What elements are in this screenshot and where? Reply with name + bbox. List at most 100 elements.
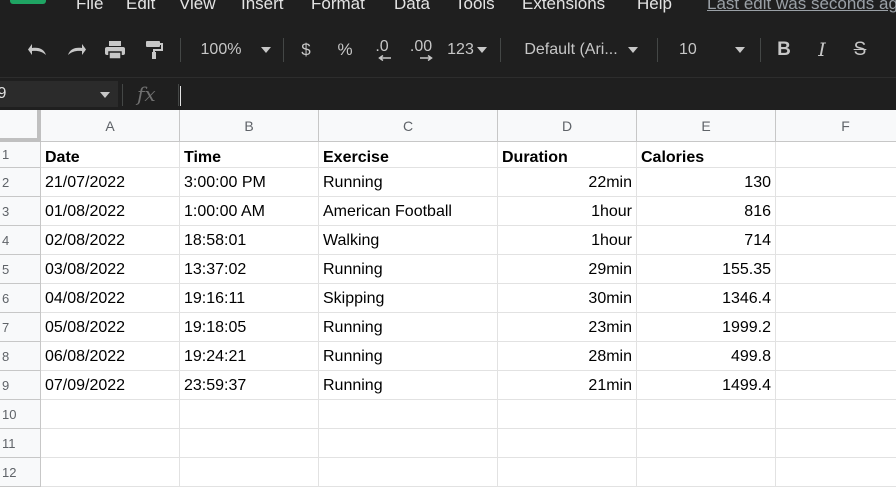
column-header-a[interactable]: A [41,110,180,142]
sheets-logo[interactable] [10,0,46,4]
table-cell[interactable]: 28min [498,342,637,371]
table-cell[interactable] [776,197,896,226]
table-cell[interactable] [776,226,896,255]
row-header-2[interactable]: 2 [0,168,41,197]
table-cell[interactable]: 1hour [498,197,637,226]
row-header-12[interactable]: 12 [0,458,41,487]
table-cell[interactable] [41,458,180,487]
menu-insert[interactable]: Insert [241,0,284,14]
row-header-10[interactable]: 10 [0,400,41,429]
table-cell[interactable]: 13:37:02 [180,255,319,284]
table-cell[interactable]: Running [319,342,498,371]
table-cell[interactable]: 04/08/2022 [41,284,180,313]
table-cell[interactable] [319,429,498,458]
table-cell[interactable] [776,142,896,168]
table-cell[interactable] [776,255,896,284]
table-cell[interactable] [637,458,776,487]
table-cell[interactable]: 3:00:00 PM [180,168,319,197]
menu-data[interactable]: Data [394,0,430,14]
table-cell[interactable] [498,429,637,458]
table-cell[interactable] [180,400,319,429]
table-cell[interactable]: 1999.2 [637,313,776,342]
table-cell[interactable]: Running [319,371,498,400]
row-header-1[interactable]: 1 [0,142,41,168]
table-cell[interactable]: 22min [498,168,637,197]
table-cell[interactable]: 1499.4 [637,371,776,400]
column-header-e[interactable]: E [637,110,776,142]
print-button[interactable] [101,36,129,64]
table-cell[interactable]: American Football [319,197,498,226]
menu-help[interactable]: Help [637,0,672,14]
table-cell[interactable] [637,400,776,429]
table-cell[interactable] [41,400,180,429]
table-cell[interactable]: 21min [498,371,637,400]
menu-format[interactable]: Format [311,0,365,14]
header-cell[interactable]: Calories [637,142,776,168]
table-cell[interactable]: 155.35 [637,255,776,284]
header-cell[interactable]: Date [41,142,180,168]
table-cell[interactable]: 23min [498,313,637,342]
table-cell[interactable]: Running [319,313,498,342]
redo-button[interactable] [62,36,90,64]
last-edit-link[interactable]: Last edit was seconds ago [707,0,896,14]
row-header-9[interactable]: 9 [0,371,41,400]
table-cell[interactable]: 05/08/2022 [41,313,180,342]
table-cell[interactable]: 19:18:05 [180,313,319,342]
table-cell[interactable]: 714 [637,226,776,255]
table-cell[interactable]: Running [319,168,498,197]
table-cell[interactable]: 130 [637,168,776,197]
table-cell[interactable]: 29min [498,255,637,284]
header-cell[interactable]: Exercise [319,142,498,168]
table-cell[interactable]: 1346.4 [637,284,776,313]
table-cell[interactable]: 23:59:37 [180,371,319,400]
row-header-6[interactable]: 6 [0,284,41,313]
table-cell[interactable]: 499.8 [637,342,776,371]
table-cell[interactable] [319,400,498,429]
column-header-f[interactable]: F [776,110,896,142]
increase-decimals-button[interactable]: .00 [405,36,437,64]
table-cell[interactable]: 1hour [498,226,637,255]
table-cell[interactable] [776,429,896,458]
table-cell[interactable] [319,458,498,487]
table-cell[interactable] [776,400,896,429]
italic-button[interactable]: I [810,36,834,64]
decrease-decimals-button[interactable]: .0 [368,36,396,64]
table-cell[interactable] [776,284,896,313]
currency-format-button[interactable]: $ [294,36,318,64]
menu-extensions[interactable]: Extensions [522,0,605,14]
table-cell[interactable]: Walking [319,226,498,255]
row-header-7[interactable]: 7 [0,313,41,342]
row-header-4[interactable]: 4 [0,226,41,255]
table-cell[interactable]: 01/08/2022 [41,197,180,226]
table-cell[interactable]: 19:24:21 [180,342,319,371]
table-cell[interactable] [776,458,896,487]
header-cell[interactable]: Time [180,142,319,168]
column-header-d[interactable]: D [498,110,637,142]
strikethrough-button[interactable]: S [848,36,872,64]
menu-tools[interactable]: Tools [455,0,495,14]
row-header-3[interactable]: 3 [0,197,41,226]
table-cell[interactable]: 18:58:01 [180,226,319,255]
table-cell[interactable]: Skipping [319,284,498,313]
table-cell[interactable] [776,168,896,197]
table-cell[interactable]: 30min [498,284,637,313]
table-cell[interactable] [498,400,637,429]
paint-format-button[interactable] [140,36,168,64]
table-cell[interactable]: 1:00:00 AM [180,197,319,226]
menu-view[interactable]: View [179,0,216,14]
column-header-c[interactable]: C [319,110,498,142]
table-cell[interactable] [776,313,896,342]
font-size-select[interactable]: 10 [670,36,750,64]
table-cell[interactable]: 07/09/2022 [41,371,180,400]
formula-input[interactable] [180,86,181,106]
column-header-b[interactable]: B [180,110,319,142]
table-cell[interactable]: Running [319,255,498,284]
table-cell[interactable] [776,342,896,371]
more-formats-button[interactable]: 123 [444,36,490,64]
undo-button[interactable] [24,36,52,64]
table-cell[interactable] [498,458,637,487]
row-header-5[interactable]: 5 [0,255,41,284]
table-cell[interactable] [180,429,319,458]
table-cell[interactable]: 03/08/2022 [41,255,180,284]
bold-button[interactable]: B [772,36,796,64]
